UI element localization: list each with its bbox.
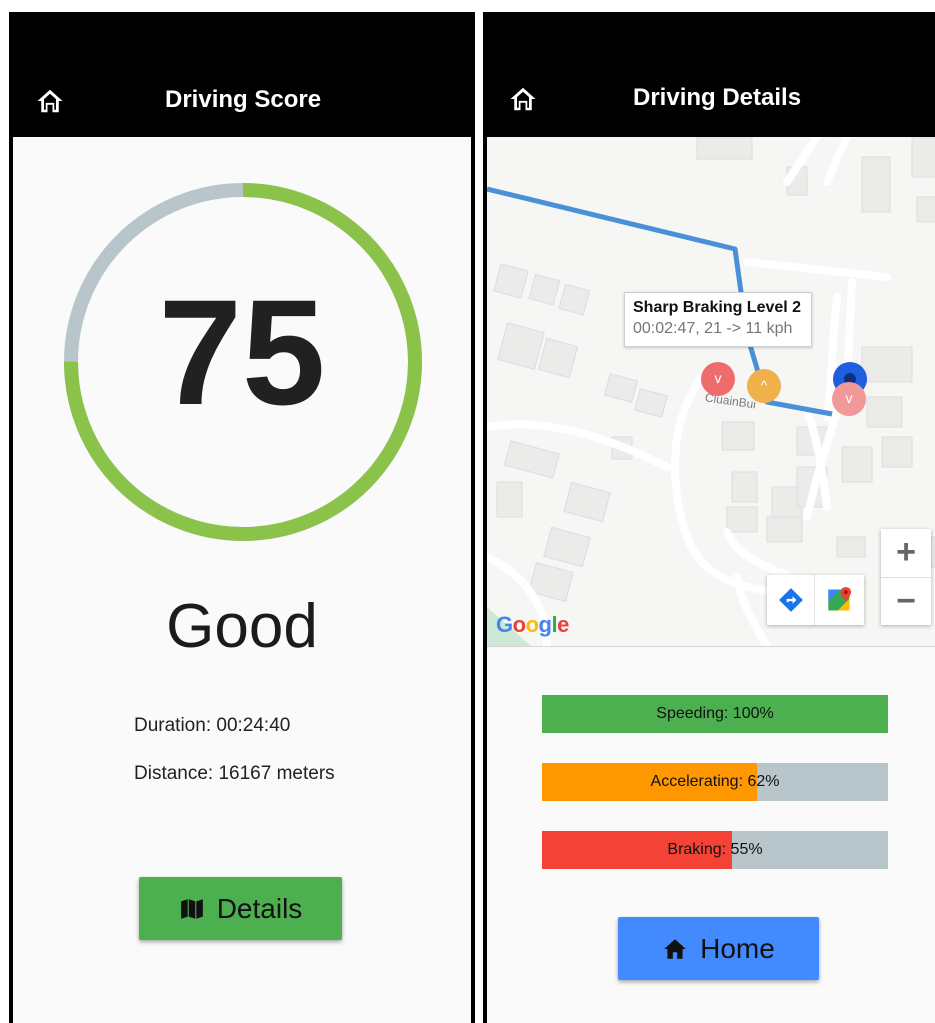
home-icon[interactable] (35, 86, 65, 116)
details-content: CluainBui Sharp Braking Level 2 00:02:47… (487, 137, 935, 1023)
braking-marker[interactable]: v (701, 362, 735, 396)
braking-bar: Braking: 55% (542, 831, 888, 869)
score-content: 75 Good Duration: 00:24:40 Distance: 161… (13, 137, 471, 1023)
home-button-label: Home (700, 932, 775, 964)
braking-bar-label: Braking: 55% (667, 841, 763, 858)
details-button-label: Details (216, 892, 303, 924)
driving-details-screen: Driving Details CluainBui Sharp Braking … (483, 12, 935, 1023)
google-logo: Google (496, 612, 569, 637)
details-button[interactable]: Details (139, 877, 342, 940)
directions-button[interactable] (767, 575, 815, 625)
score-rating: Good (166, 592, 318, 661)
zoom-in-button[interactable]: + (881, 529, 931, 577)
tooltip-detail: 00:02:47, 21 -> 11 kph (633, 320, 793, 337)
score-value: 75 (158, 268, 326, 436)
directions-icon (778, 588, 803, 612)
accelerating-marker[interactable]: ^ (747, 369, 781, 403)
zoom-controls: + − (881, 529, 931, 625)
home-icon (662, 936, 688, 962)
braking-marker[interactable]: v (832, 382, 866, 416)
duration-text: Duration: 00:24:40 (134, 715, 291, 736)
accelerating-bar: Accelerating: 62% (542, 763, 888, 801)
home-button[interactable]: Home (618, 917, 819, 980)
open-in-maps-button[interactable] (816, 575, 864, 625)
speeding-bar: Speeding: 100% (542, 695, 888, 733)
zoom-out-button[interactable]: − (881, 577, 931, 625)
map-toolbar (767, 575, 864, 625)
page-title: Driving Details (633, 84, 802, 111)
map-icon (179, 896, 205, 922)
driving-score-screen: Driving Score 75 Good Duration: 00:24:40… (9, 12, 475, 1023)
tooltip-title: Sharp Braking Level 2 (633, 299, 802, 316)
home-icon[interactable] (508, 84, 538, 114)
accelerating-bar-label: Accelerating: 62% (650, 773, 780, 790)
event-tooltip: Sharp Braking Level 2 00:02:47, 21 -> 11… (624, 292, 812, 347)
speeding-bar-label: Speeding: 100% (656, 705, 774, 722)
google-maps-icon (828, 587, 852, 611)
page-title: Driving Score (165, 86, 322, 113)
distance-text: Distance: 16167 meters (134, 763, 335, 784)
map-view[interactable]: CluainBui Sharp Braking Level 2 00:02:47… (487, 137, 935, 647)
